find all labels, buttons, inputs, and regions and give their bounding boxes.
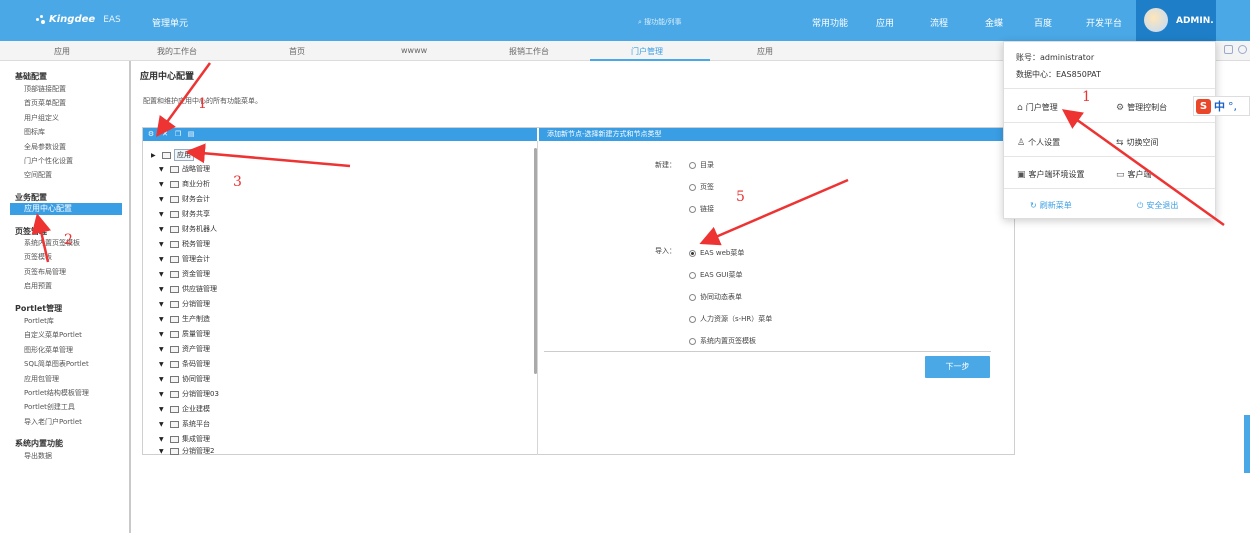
annotation-label: 3 (233, 174, 242, 190)
annotation-arrows (31, 62, 1225, 263)
annotation-label: 2 (64, 232, 73, 248)
annotation-label: 5 (736, 189, 745, 205)
arrow-import-radio (699, 178, 849, 246)
arrow-tree-root (185, 143, 351, 168)
annotation-label: 1 (1082, 89, 1091, 105)
app-root: Kingdee EAS 管理单元 ⌕ 搜功能/列事 常用功能 应用 流程 金蝶 … (0, 0, 1250, 533)
arrow-sidebar (31, 213, 52, 263)
arrow-portal-menu (1061, 109, 1225, 227)
annotation-label: 1 (198, 96, 207, 112)
